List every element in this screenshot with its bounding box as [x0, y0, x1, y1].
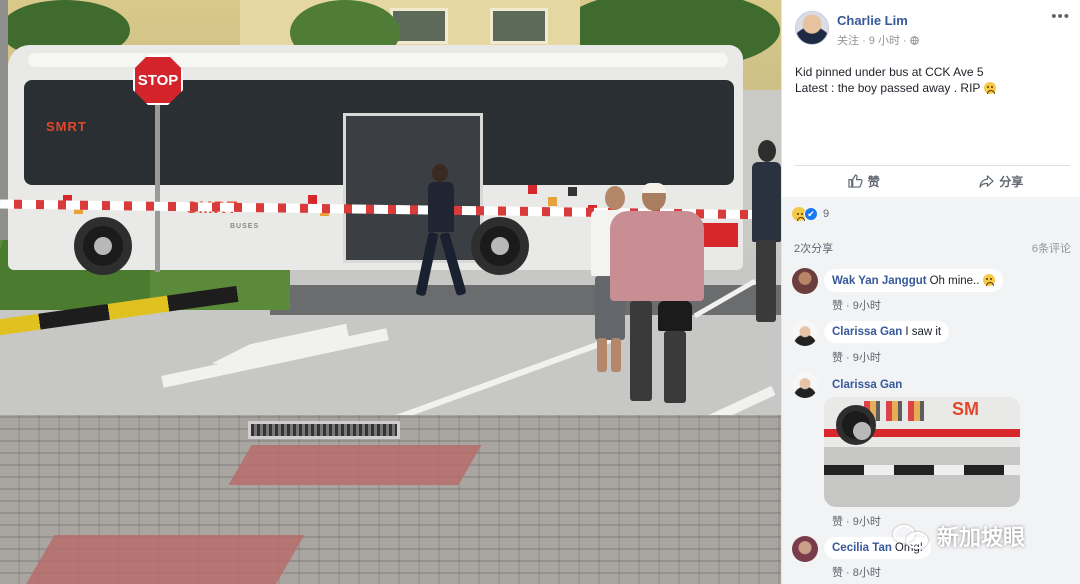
share-label: 分享 [999, 174, 1024, 189]
comment-meta: 赞 · 9小时 [832, 516, 881, 528]
bus-roof [28, 53, 728, 67]
comment-like-link[interactable]: 赞 [832, 567, 843, 579]
cap [642, 183, 666, 193]
like-button[interactable]: 赞 [795, 166, 933, 196]
comment-meta: 赞 · 8小时 [832, 567, 881, 579]
leg [415, 231, 439, 297]
comment-bubble: Clarissa Gan I saw it [824, 321, 950, 343]
post-time[interactable]: 9 小时 [869, 35, 900, 47]
sad-face-icon [794, 209, 805, 221]
comment-author[interactable]: Clarissa Gan [832, 379, 902, 391]
comment-author[interactable]: Cecilia Tan [832, 542, 892, 554]
torso [610, 211, 704, 301]
comment-bubble: Wak Yan Janggut Oh mine.. [824, 269, 1003, 292]
comment-author[interactable]: Clarissa Gan [832, 326, 902, 338]
comment-time[interactable]: 9小时 [853, 300, 881, 312]
meta-separator: · [862, 35, 866, 47]
shares-count[interactable]: 2次分享 [794, 240, 833, 256]
watermark-text: 新加坡眼 [937, 525, 1026, 550]
paver-pattern [25, 535, 305, 584]
wechat-icon [893, 521, 931, 551]
comment-image-attachment[interactable]: SM [824, 397, 1020, 507]
bubble-shape [906, 532, 928, 549]
commenter-avatar[interactable] [792, 372, 818, 398]
attachment-bus-logo: SM [952, 399, 979, 419]
bystander-with-bag [608, 183, 708, 408]
reactions-summary[interactable]: ✔ 9 [792, 207, 829, 221]
commenter-avatar[interactable] [792, 536, 818, 562]
comment-like-link[interactable]: 赞 [832, 352, 843, 364]
leg [439, 231, 467, 297]
window [490, 8, 548, 44]
globe-icon [909, 36, 919, 45]
comment-author[interactable]: Wak Yan Janggut [832, 275, 927, 287]
comment-time[interactable]: 9小时 [853, 352, 881, 364]
bus-logo-sub: BUSES [230, 223, 260, 230]
leg [597, 338, 607, 372]
bus-pattern [548, 197, 557, 206]
torso [752, 162, 781, 242]
like-label: 赞 [867, 174, 880, 189]
stop-sign: STOP [133, 55, 183, 105]
bus-logo-front: SMRT [46, 119, 87, 134]
meta-separator: · [903, 35, 907, 47]
thumbs-up-icon [848, 174, 863, 188]
paver-pattern [228, 445, 482, 485]
comments-count[interactable]: 6条评论 [1032, 240, 1071, 256]
bus-wheel [74, 217, 132, 275]
comment-time[interactable]: 8小时 [853, 567, 881, 579]
comment-meta: 赞 · 9小时 [832, 352, 881, 364]
comment-meta: 赞 · 9小时 [832, 300, 881, 312]
like-reaction-icon: ✔ [804, 207, 818, 221]
share-arrow-icon [979, 174, 994, 188]
attachment-kerb [824, 465, 1020, 475]
attachment-bus-wheel [836, 405, 876, 445]
comment-time[interactable]: 9小时 [853, 516, 881, 528]
bus-pattern [568, 187, 577, 196]
sad-reaction-icon [792, 207, 806, 221]
comment-like-link[interactable]: 赞 [832, 300, 843, 312]
bus-pattern [528, 185, 537, 194]
comment-text: I saw it [905, 326, 942, 338]
post-actions: 赞 分享 [795, 166, 1070, 196]
leg [664, 331, 686, 403]
news-photo: SMRT SMRT BUSES STOP [0, 0, 781, 584]
police-officer [415, 160, 480, 300]
post-meta: 关注 · 9 小时 · [837, 32, 919, 48]
share-button[interactable]: 分享 [933, 166, 1071, 196]
bus-pattern [308, 195, 317, 204]
comment-text: Oh mine.. [929, 275, 980, 287]
facebook-post-panel: Charlie Lim 关注 · 9 小时 · ••• Kid pinned u… [781, 0, 1080, 584]
head [432, 164, 448, 182]
watermark: 新加坡眼 [893, 520, 1025, 552]
head [758, 140, 776, 162]
commenter-avatar[interactable] [792, 320, 818, 346]
leg [756, 240, 776, 322]
commenter-avatar[interactable] [792, 268, 818, 294]
leg [630, 301, 652, 401]
post-body: Kid pinned under bus at CCK Ave 5 Latest… [795, 65, 984, 95]
ellipsis-icon[interactable]: ••• [1051, 8, 1070, 25]
bystander-edge [748, 140, 781, 325]
follow-link[interactable]: 关注 [837, 35, 859, 47]
sad-emoji-icon [983, 82, 996, 94]
author-avatar[interactable] [795, 11, 829, 45]
post-author[interactable]: Charlie Lim [837, 13, 908, 28]
torso [428, 182, 454, 232]
reactions-count: 9 [823, 208, 830, 220]
bag [658, 301, 692, 331]
sad-emoji-icon [982, 274, 995, 286]
sign-pole [155, 100, 160, 272]
comment-like-link[interactable]: 赞 [832, 516, 843, 528]
post-text: Kid pinned under bus at CCK Ave 5 Latest… [795, 64, 1070, 96]
drain-grate [248, 421, 400, 439]
